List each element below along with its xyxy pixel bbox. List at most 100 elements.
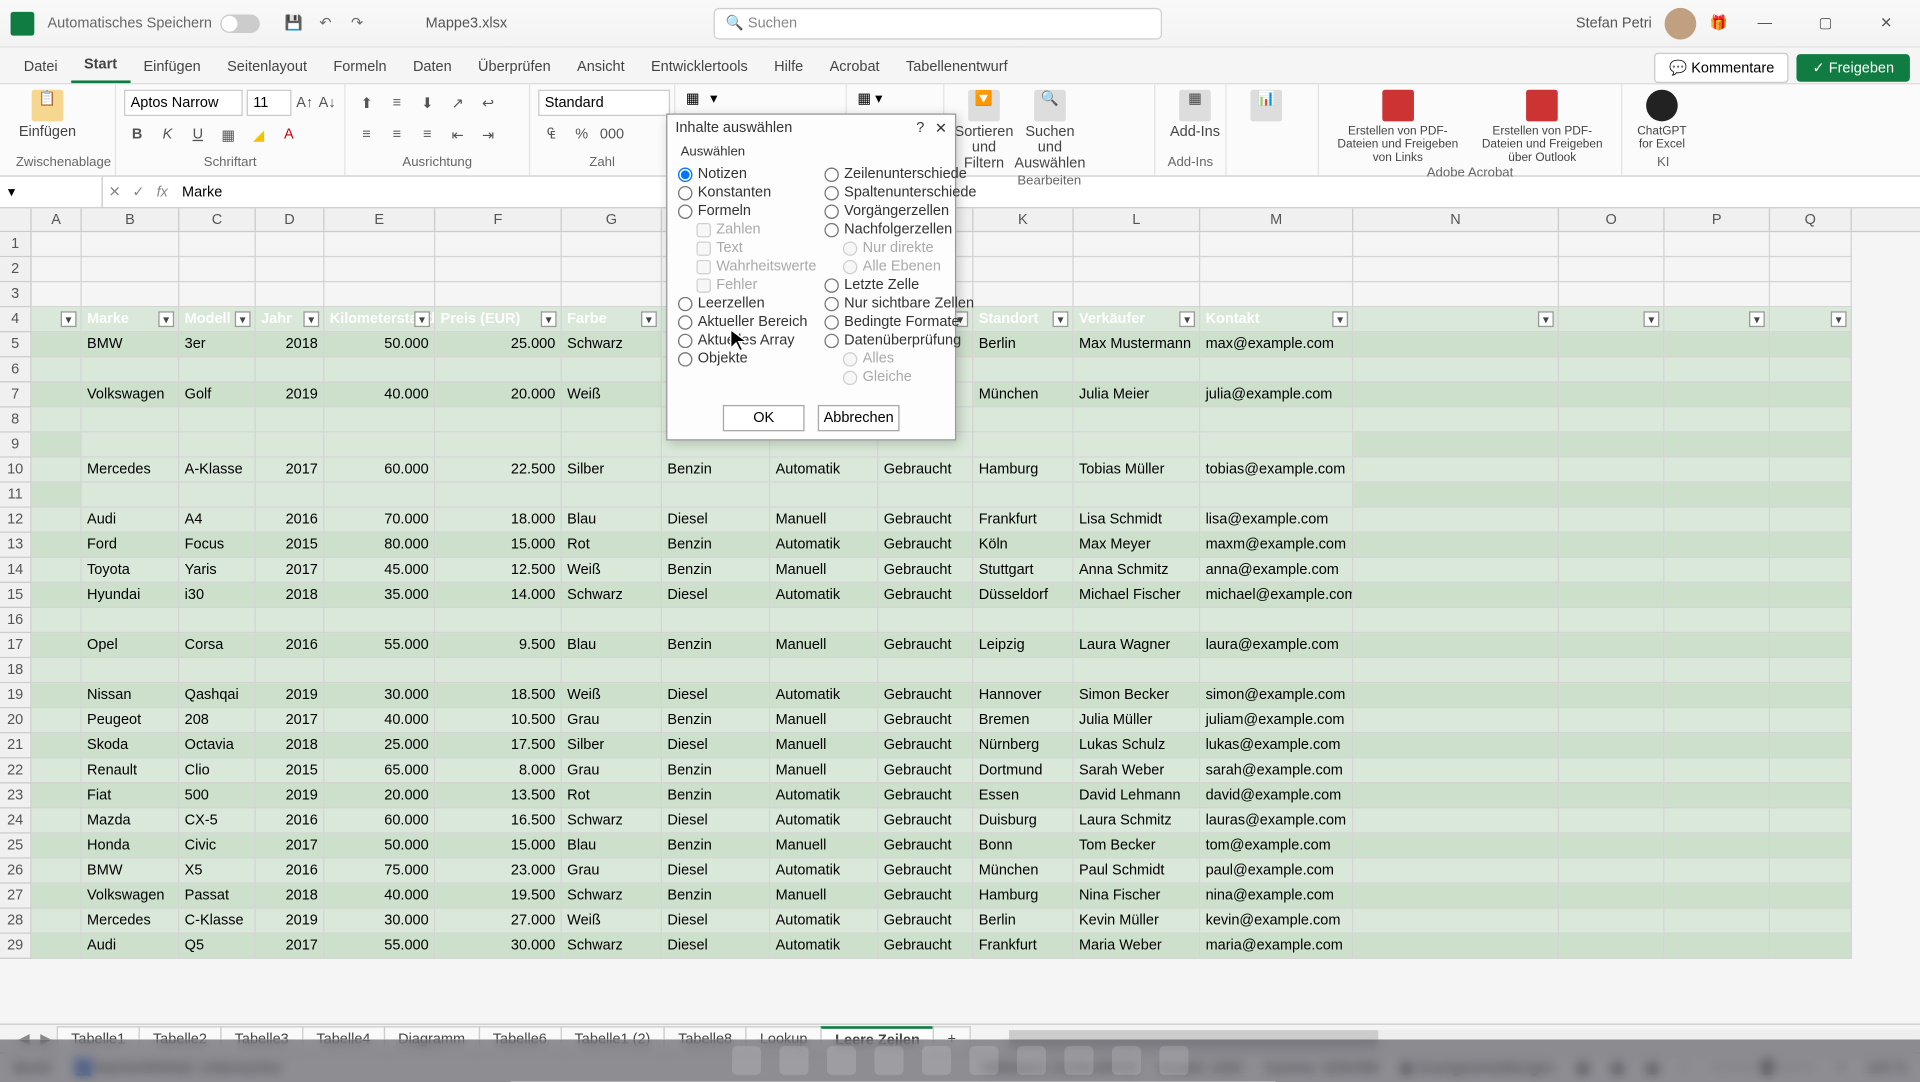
cell[interactable]: Maria Weber bbox=[1074, 934, 1201, 959]
cell[interactable] bbox=[878, 483, 973, 508]
cell[interactable]: Focus bbox=[179, 533, 256, 558]
cell[interactable]: Automatik bbox=[770, 909, 878, 934]
cell[interactable]: maxm@example.com bbox=[1200, 533, 1353, 558]
cell[interactable]: Fiat bbox=[82, 783, 180, 808]
cell[interactable] bbox=[1559, 282, 1665, 307]
cell[interactable]: Tom Becker bbox=[1074, 834, 1201, 859]
taskbar-icon[interactable] bbox=[732, 1046, 761, 1075]
row-header[interactable]: 11 bbox=[0, 483, 32, 508]
cell[interactable]: Blau bbox=[562, 633, 662, 658]
cell[interactable]: Bonn bbox=[973, 834, 1073, 859]
cell[interactable]: Nürnberg bbox=[973, 733, 1073, 758]
cell[interactable] bbox=[1559, 733, 1665, 758]
cell[interactable]: 2016 bbox=[256, 508, 325, 533]
cell[interactable] bbox=[435, 232, 562, 257]
cell[interactable] bbox=[1353, 508, 1559, 533]
cell[interactable]: laura@example.com bbox=[1200, 633, 1353, 658]
cell[interactable] bbox=[82, 232, 180, 257]
cell[interactable] bbox=[32, 658, 82, 683]
cell[interactable] bbox=[1665, 433, 1771, 458]
ribbon-tab-überprüfen[interactable]: Überprüfen bbox=[465, 51, 564, 83]
cell[interactable]: Sarah Weber bbox=[1074, 758, 1201, 783]
cell[interactable]: Frankfurt bbox=[973, 934, 1073, 959]
cell[interactable] bbox=[179, 357, 256, 382]
cell[interactable] bbox=[1559, 508, 1665, 533]
radio-letzte-zelle[interactable]: Letzte Zelle bbox=[824, 276, 976, 294]
col-header[interactable]: Q bbox=[1770, 208, 1852, 230]
cell[interactable]: 8.000 bbox=[435, 758, 562, 783]
cell[interactable]: Gebraucht bbox=[878, 733, 973, 758]
cell[interactable] bbox=[1074, 408, 1201, 433]
avatar[interactable] bbox=[1665, 7, 1697, 39]
cell[interactable]: Automatik bbox=[770, 934, 878, 959]
cell[interactable] bbox=[562, 232, 662, 257]
cell[interactable] bbox=[1770, 834, 1852, 859]
dialog-close-icon[interactable]: ✕ bbox=[935, 120, 947, 137]
underline-button[interactable]: U bbox=[185, 121, 211, 147]
save-icon[interactable]: 💾 bbox=[281, 10, 307, 36]
row-header[interactable]: 4 bbox=[0, 307, 32, 332]
cell[interactable] bbox=[82, 257, 180, 282]
cell[interactable]: Benzin bbox=[662, 884, 770, 909]
cell[interactable]: Grau bbox=[562, 859, 662, 884]
cell[interactable] bbox=[1353, 758, 1559, 783]
cell[interactable] bbox=[32, 633, 82, 658]
cell[interactable] bbox=[1665, 608, 1771, 633]
cell[interactable] bbox=[1200, 433, 1353, 458]
cell[interactable]: Benzin bbox=[662, 633, 770, 658]
font-color-icon[interactable]: A bbox=[276, 121, 302, 147]
cell[interactable]: 60.000 bbox=[324, 809, 435, 834]
cell[interactable]: 2016 bbox=[256, 633, 325, 658]
cell[interactable]: Manuell bbox=[770, 758, 878, 783]
radio-konstanten[interactable]: Konstanten bbox=[678, 183, 817, 201]
cell[interactable] bbox=[1353, 332, 1559, 357]
cell[interactable] bbox=[1200, 408, 1353, 433]
cell[interactable]: lukas@example.com bbox=[1200, 733, 1353, 758]
cell[interactable] bbox=[973, 608, 1073, 633]
cell[interactable] bbox=[1665, 884, 1771, 909]
taskbar-icon[interactable] bbox=[969, 1046, 998, 1075]
cell[interactable]: David Lehmann bbox=[1074, 783, 1201, 808]
cell[interactable] bbox=[32, 834, 82, 859]
cell[interactable]: 2016 bbox=[256, 859, 325, 884]
cell[interactable]: 13.500 bbox=[435, 783, 562, 808]
cell[interactable]: Mercedes bbox=[82, 909, 180, 934]
cell[interactable] bbox=[1665, 383, 1771, 408]
cell[interactable]: Schwarz bbox=[562, 332, 662, 357]
cell[interactable] bbox=[32, 608, 82, 633]
autosave-toggle[interactable] bbox=[220, 14, 260, 32]
cell[interactable]: 2019 bbox=[256, 909, 325, 934]
cell[interactable]: A4 bbox=[179, 508, 256, 533]
cell[interactable] bbox=[1770, 533, 1852, 558]
cell[interactable] bbox=[324, 232, 435, 257]
col-header[interactable]: M bbox=[1200, 208, 1353, 230]
cell[interactable]: paul@example.com bbox=[1200, 859, 1353, 884]
cell[interactable] bbox=[1353, 583, 1559, 608]
cell[interactable]: Octavia bbox=[179, 733, 256, 758]
cell[interactable]: 2017 bbox=[256, 708, 325, 733]
row-header[interactable]: 19 bbox=[0, 683, 32, 708]
cell[interactable] bbox=[1559, 533, 1665, 558]
row-header[interactable]: 21 bbox=[0, 733, 32, 758]
cell[interactable] bbox=[179, 483, 256, 508]
create-pdf-link-button[interactable]: Erstellen von PDF-Dateien und Freigeben … bbox=[1327, 87, 1469, 166]
radio-nur-sichtbare-zellen[interactable]: Nur sichtbare Zellen bbox=[824, 294, 976, 312]
ribbon-tab-hilfe[interactable]: Hilfe bbox=[761, 51, 816, 83]
cell[interactable]: Essen bbox=[973, 783, 1073, 808]
cell[interactable]: 35.000 bbox=[324, 583, 435, 608]
cell[interactable] bbox=[1770, 458, 1852, 483]
radio-nachfolgerzellen[interactable]: Nachfolgerzellen bbox=[824, 220, 976, 238]
radio-objekte[interactable]: Objekte bbox=[678, 350, 817, 368]
taskbar-icon[interactable] bbox=[1017, 1046, 1046, 1075]
cell[interactable]: Renault bbox=[82, 758, 180, 783]
cell[interactable]: 2018 bbox=[256, 884, 325, 909]
cell[interactable]: Jahr bbox=[256, 307, 325, 332]
cell[interactable]: Gebraucht bbox=[878, 633, 973, 658]
bold-button[interactable]: B bbox=[124, 121, 150, 147]
cell[interactable] bbox=[1665, 909, 1771, 934]
cell[interactable]: Verkäufer bbox=[1074, 307, 1201, 332]
cell[interactable] bbox=[973, 433, 1073, 458]
col-header[interactable]: O bbox=[1559, 208, 1665, 230]
cell[interactable] bbox=[1665, 357, 1771, 382]
cell[interactable]: nina@example.com bbox=[1200, 884, 1353, 909]
